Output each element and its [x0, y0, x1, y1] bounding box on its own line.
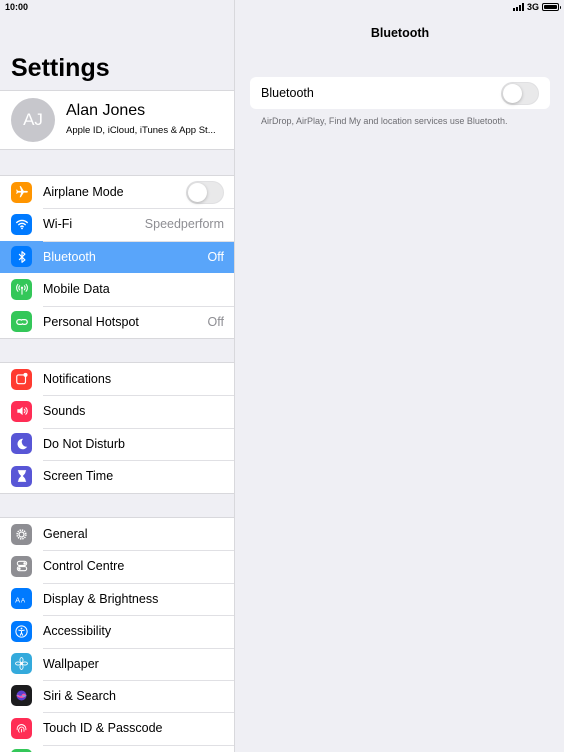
sidebar-item-personal-hotspot[interactable]: Personal Hotspot Off: [0, 305, 234, 338]
sidebar-item-label: Wi-Fi: [43, 217, 73, 232]
sidebar-item-airplane-mode[interactable]: Airplane Mode: [0, 176, 234, 208]
sidebar-item-label: Do Not Disturb: [43, 436, 125, 451]
sidebar-item-label: Siri & Search: [43, 688, 116, 703]
battery-icon: [542, 3, 561, 11]
page-title: Settings: [11, 54, 110, 82]
sidebar-item-label: Airplane Mode: [43, 185, 124, 199]
sidebar-item-bluetooth[interactable]: Bluetooth Off: [0, 240, 234, 274]
sidebar-item-label: Control Centre: [43, 559, 125, 574]
antenna-icon: [11, 278, 32, 300]
profile-name: Alan Jones: [66, 102, 146, 119]
sidebar-item-label: Mobile Data: [43, 282, 110, 297]
sidebar-item-mobile-data[interactable]: Mobile Data: [0, 273, 234, 305]
sidebar-item-screen-time[interactable]: Screen Time: [0, 460, 234, 492]
flower-icon: [11, 653, 32, 675]
switches-icon: [11, 555, 32, 577]
sidebar-item-wifi[interactable]: Wi-Fi Speedperform: [0, 208, 234, 240]
bluetooth-label: Bluetooth: [261, 86, 314, 100]
sidebar-item-notifications[interactable]: Notifications: [0, 363, 234, 395]
sidebar-item-do-not-disturb[interactable]: Do Not Disturb: [0, 427, 234, 460]
sidebar-item-label: Sounds: [43, 404, 86, 419]
hotspot-icon: [11, 311, 32, 333]
sidebar-item-wallpaper[interactable]: Wallpaper: [0, 647, 234, 680]
sidebar-item-accessibility[interactable]: Accessibility: [0, 615, 234, 647]
sidebar-item-control-centre[interactable]: Control Centre: [0, 550, 234, 582]
profile-row[interactable]: AJ Alan Jones Apple ID, iCloud, iTunes &…: [0, 90, 234, 150]
bluetooth-toggle[interactable]: [501, 81, 539, 105]
sidebar-item-label: Personal Hotspot: [43, 314, 139, 329]
detail-title: Bluetooth: [370, 26, 430, 40]
sidebar-item-label: Touch ID & Passcode: [43, 721, 163, 736]
status-bar: 10:00 3G: [0, 0, 564, 14]
settings-sidebar: Settings AJ Alan Jones Apple ID, iCloud,…: [0, 0, 235, 752]
avatar: AJ: [11, 98, 55, 142]
wifi-icon: [11, 213, 32, 235]
airplane-mode-toggle[interactable]: [186, 180, 224, 204]
sidebar-item-siri-search[interactable]: Siri & Search: [0, 679, 234, 712]
text-size-icon: AA: [11, 588, 32, 610]
hotspot-status-value: Off: [207, 314, 224, 329]
bluetooth-setting-row: Bluetooth: [250, 77, 550, 109]
signal-icon: [512, 3, 524, 11]
gear-icon: [11, 523, 32, 545]
sidebar-item-label: Notifications: [43, 372, 112, 386]
sidebar-item-label: Wallpaper: [43, 656, 99, 671]
sidebar-item-label: General: [43, 527, 88, 541]
sidebar-item-partial[interactable]: [0, 744, 234, 752]
sidebar-item-sounds[interactable]: Sounds: [0, 395, 234, 427]
status-time: 10:00: [5, 2, 29, 12]
svg-text:A: A: [15, 595, 21, 604]
fingerprint-icon: [11, 717, 32, 739]
sidebar-item-touch-id-passcode[interactable]: Touch ID & Passcode: [0, 712, 234, 744]
accessibility-icon: [11, 620, 32, 642]
notifications-group: Notifications Sounds Do Not Disturb Scre…: [0, 362, 234, 494]
sidebar-item-general[interactable]: General: [0, 518, 234, 550]
sidebar-item-display-brightness[interactable]: AA Display & Brightness: [0, 582, 234, 615]
sidebar-item-label: Accessibility: [43, 624, 112, 639]
svg-text:A: A: [21, 597, 26, 604]
general-group: General Control Centre AA Display & Brig…: [0, 517, 234, 752]
connectivity-group: Airplane Mode Wi-Fi Speedperform Bluetoo…: [0, 175, 234, 339]
wifi-network-value: Speedperform: [144, 217, 224, 232]
speaker-icon: [11, 400, 32, 422]
bluetooth-icon: [11, 246, 32, 268]
moon-icon: [11, 433, 32, 455]
sidebar-item-label: Display & Brightness: [43, 591, 159, 606]
hourglass-icon: [11, 465, 32, 487]
notifications-icon: [11, 368, 32, 390]
profile-subtitle: Apple ID, iCloud, iTunes & App St...: [66, 125, 216, 136]
network-type: 3G: [526, 2, 539, 12]
siri-icon: [11, 685, 32, 707]
status-indicators: 3G: [512, 2, 561, 12]
sidebar-item-label: Screen Time: [43, 469, 114, 484]
bluetooth-status-value: Off: [207, 249, 224, 264]
sidebar-item-label: Bluetooth: [43, 249, 96, 264]
airplane-icon: [11, 181, 32, 203]
bluetooth-footer-note: AirDrop, AirPlay, Find My and location s…: [261, 116, 508, 126]
bluetooth-detail-pane: Bluetooth Bluetooth AirDrop, AirPlay, Fi…: [236, 0, 564, 752]
